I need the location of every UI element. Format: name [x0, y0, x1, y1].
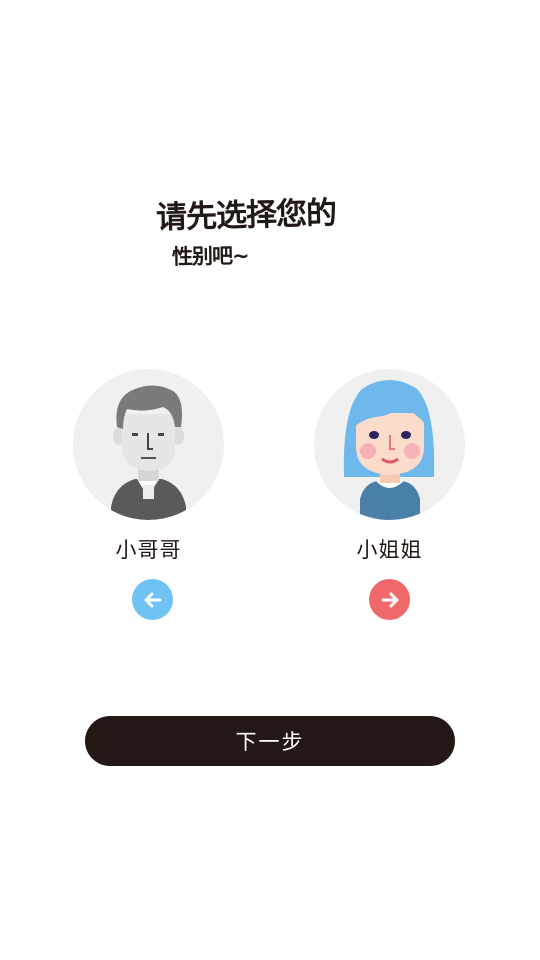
select-female-button[interactable] [369, 579, 410, 620]
arrow-left-icon [144, 592, 161, 607]
male-avatar[interactable] [73, 369, 224, 520]
select-male-button[interactable] [132, 579, 173, 620]
prompt-title-line1: 请先选择您的 [155, 195, 337, 236]
prompt-title-line2: 性别吧~ [171, 243, 249, 269]
female-avatar[interactable] [314, 369, 465, 520]
female-label: 小姐姐 [356, 538, 423, 562]
male-avatar-icon [111, 385, 186, 520]
female-avatar-icon [343, 380, 435, 520]
male-label: 小哥哥 [115, 538, 182, 562]
next-step-label: 下一步 [235, 730, 305, 754]
arrow-right-icon [381, 592, 398, 607]
next-step-button[interactable]: 下一步 [85, 716, 455, 766]
